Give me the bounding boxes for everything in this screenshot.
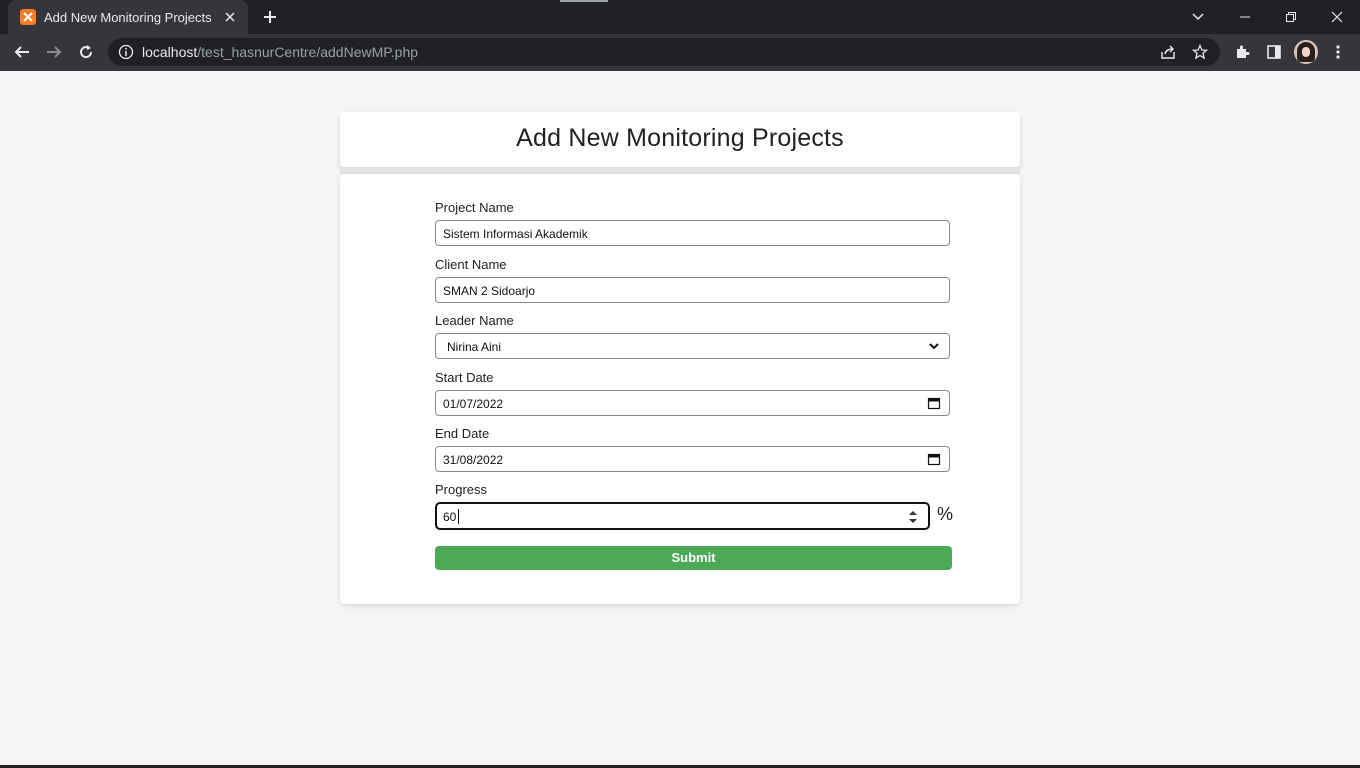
restore-icon[interactable] xyxy=(1268,0,1314,34)
page-header-card: Add New Monitoring Projects xyxy=(340,112,1020,167)
progress-input[interactable]: 60 xyxy=(435,502,930,530)
client-name-value: SMAN 2 Sidoarjo xyxy=(443,284,536,298)
progress-label: Progress xyxy=(435,482,488,497)
browser-toolbar: localhost/test_hasnurCentre/addNewMP.php xyxy=(0,34,1360,71)
calendar-icon[interactable] xyxy=(927,396,941,410)
divider xyxy=(340,167,1020,174)
project-name-value: Sistem Informasi Akademik xyxy=(443,227,588,241)
spinner-icon[interactable] xyxy=(908,509,918,525)
url-host: localhost xyxy=(142,44,198,60)
menu-icon[interactable] xyxy=(1324,38,1352,66)
browser-tab-strip: Add New Monitoring Projects xyxy=(0,0,1360,34)
plus-icon[interactable] xyxy=(258,5,282,29)
start-date-value: 01/07/2022 xyxy=(443,397,504,411)
forward-icon[interactable] xyxy=(40,38,68,66)
share-icon[interactable] xyxy=(1158,42,1178,62)
text-caret xyxy=(458,509,459,524)
client-name-label: Client Name xyxy=(435,257,507,272)
info-icon[interactable] xyxy=(118,44,134,60)
minimize-icon[interactable] xyxy=(1222,0,1268,34)
end-date-value: 31/08/2022 xyxy=(443,453,504,467)
start-date-label: Start Date xyxy=(435,370,494,385)
reload-icon[interactable] xyxy=(72,38,100,66)
project-form: Project Name Sistem Informasi Akademik C… xyxy=(340,174,1020,604)
xampp-favicon-icon xyxy=(20,9,36,25)
close-icon[interactable] xyxy=(222,9,238,25)
extensions-icon[interactable] xyxy=(1228,38,1256,66)
client-name-input[interactable]: SMAN 2 Sidoarjo xyxy=(435,277,950,303)
leader-name-select[interactable]: Nirina Aini xyxy=(435,333,950,359)
leader-name-value: Nirina Aini xyxy=(447,340,502,354)
submit-button[interactable]: Submit xyxy=(435,546,952,570)
calendar-icon[interactable] xyxy=(927,452,941,466)
progress-value: 60 xyxy=(443,510,457,524)
project-name-label: Project Name xyxy=(435,200,514,215)
browser-tab[interactable]: Add New Monitoring Projects xyxy=(8,0,248,34)
url-text: localhost/test_hasnurCentre/addNewMP.php xyxy=(142,44,418,60)
side-panel-icon[interactable] xyxy=(1260,38,1288,66)
chevron-down-icon[interactable] xyxy=(1186,5,1210,29)
page-title: Add New Monitoring Projects xyxy=(516,124,844,152)
address-bar[interactable]: localhost/test_hasnurCentre/addNewMP.php xyxy=(108,38,1220,66)
window-close-icon[interactable] xyxy=(1314,0,1360,34)
chevron-down-icon xyxy=(927,339,941,353)
end-date-label: End Date xyxy=(435,426,490,441)
url-path: /test_hasnurCentre/addNewMP.php xyxy=(197,44,419,60)
start-date-input[interactable]: 01/07/2022 xyxy=(435,390,950,416)
star-icon[interactable] xyxy=(1190,42,1210,62)
project-name-input[interactable]: Sistem Informasi Akademik xyxy=(435,220,950,246)
avatar[interactable] xyxy=(1294,40,1318,64)
tab-title: Add New Monitoring Projects xyxy=(44,9,212,25)
tab-drag-indicator xyxy=(560,0,608,2)
back-icon[interactable] xyxy=(8,38,36,66)
progress-unit: % xyxy=(937,504,954,524)
end-date-input[interactable]: 31/08/2022 xyxy=(435,446,950,472)
leader-name-label: Leader Name xyxy=(435,313,514,328)
